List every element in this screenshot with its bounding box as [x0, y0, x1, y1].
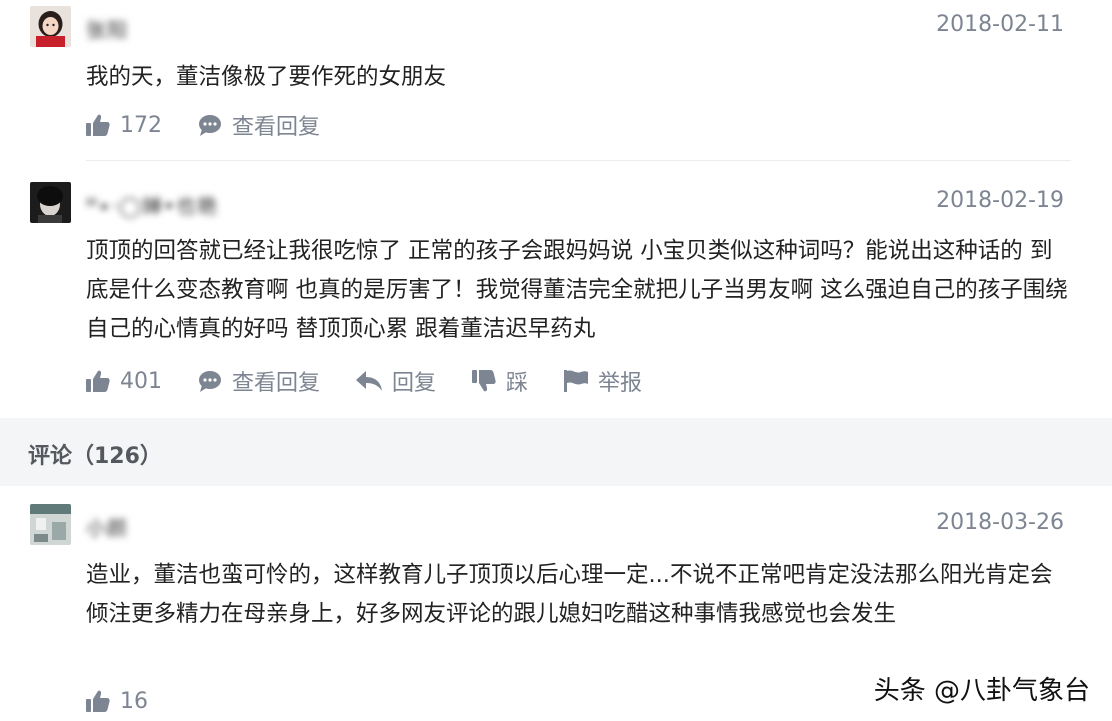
divider — [86, 160, 1071, 161]
report-label: 举报 — [598, 371, 643, 396]
like-button[interactable]: 172 — [86, 113, 162, 138]
avatar[interactable] — [30, 504, 71, 545]
like-button[interactable]: 16 — [86, 689, 148, 714]
reply-arrow-icon — [356, 371, 383, 391]
like-count: 172 — [120, 112, 162, 138]
thumbs-up-icon — [86, 690, 110, 712]
comment-text: 顶顶的回答就已经让我很吃惊了 正常的孩子会跟妈妈说 小宝贝类似这种词吗？能说出这… — [86, 238, 1068, 342]
speech-bubble-icon — [199, 371, 221, 392]
comment-date: 2018-02-11 — [936, 12, 1064, 37]
comment-actions: 401 查看回复 回复 踩 举报 — [86, 366, 678, 396]
comment-date: 2018-03-26 — [936, 510, 1064, 535]
view-replies-button[interactable]: 查看回复 — [198, 365, 320, 397]
comment-item: 张阳 2018-02-11 我的天，董洁像极了要作死的女朋友 172 查看回复 — [0, 6, 1112, 156]
section-title: 评论（126） — [28, 444, 162, 469]
thumbs-up-icon — [86, 114, 110, 136]
dislike-label: 踩 — [506, 371, 529, 396]
watermark: 头条 @八卦气象台 — [873, 676, 1090, 706]
thumbs-down-icon — [472, 370, 496, 392]
view-replies-button[interactable]: 查看回复 — [198, 109, 320, 141]
comments-section-header: 评论（126） — [0, 418, 1112, 486]
view-replies-label: 查看回复 — [232, 371, 321, 396]
comment-text: 我的天，董洁像极了要作死的女朋友 — [86, 64, 447, 90]
comment-item: ᴹ∙·◯婵•也艳 2018-02-19 顶顶的回答就已经让我很吃惊了 正常的孩子… — [0, 182, 1112, 412]
avatar[interactable] — [30, 182, 71, 223]
comment-actions: 16 — [86, 686, 184, 716]
reply-label: 回复 — [392, 371, 437, 396]
speech-bubble-icon — [199, 115, 221, 136]
flag-icon — [564, 370, 589, 392]
comment-text: 造业，董洁也蛮可怜的，这样教育儿子顶顶以后心理一定...不说不正常吧肯定没法那么… — [86, 562, 1053, 627]
report-button[interactable]: 举报 — [564, 365, 642, 397]
thumbs-up-icon — [86, 370, 110, 392]
reply-button[interactable]: 回复 — [356, 365, 436, 397]
dislike-button[interactable]: 踩 — [472, 365, 528, 397]
avatar[interactable] — [30, 6, 71, 47]
username[interactable]: 小颜 — [86, 512, 128, 540]
comment-actions: 172 查看回复 — [86, 110, 356, 140]
like-count: 401 — [120, 368, 162, 394]
username[interactable]: 张阳 — [86, 14, 128, 42]
comment-date: 2018-02-19 — [936, 188, 1064, 213]
like-count: 16 — [120, 688, 148, 714]
comment-page: 张阳 2018-02-11 我的天，董洁像极了要作死的女朋友 172 查看回复 … — [0, 0, 1112, 721]
like-button[interactable]: 401 — [86, 369, 162, 394]
view-replies-label: 查看回复 — [232, 115, 321, 140]
username[interactable]: ᴹ∙·◯婵•也艳 — [86, 190, 218, 218]
